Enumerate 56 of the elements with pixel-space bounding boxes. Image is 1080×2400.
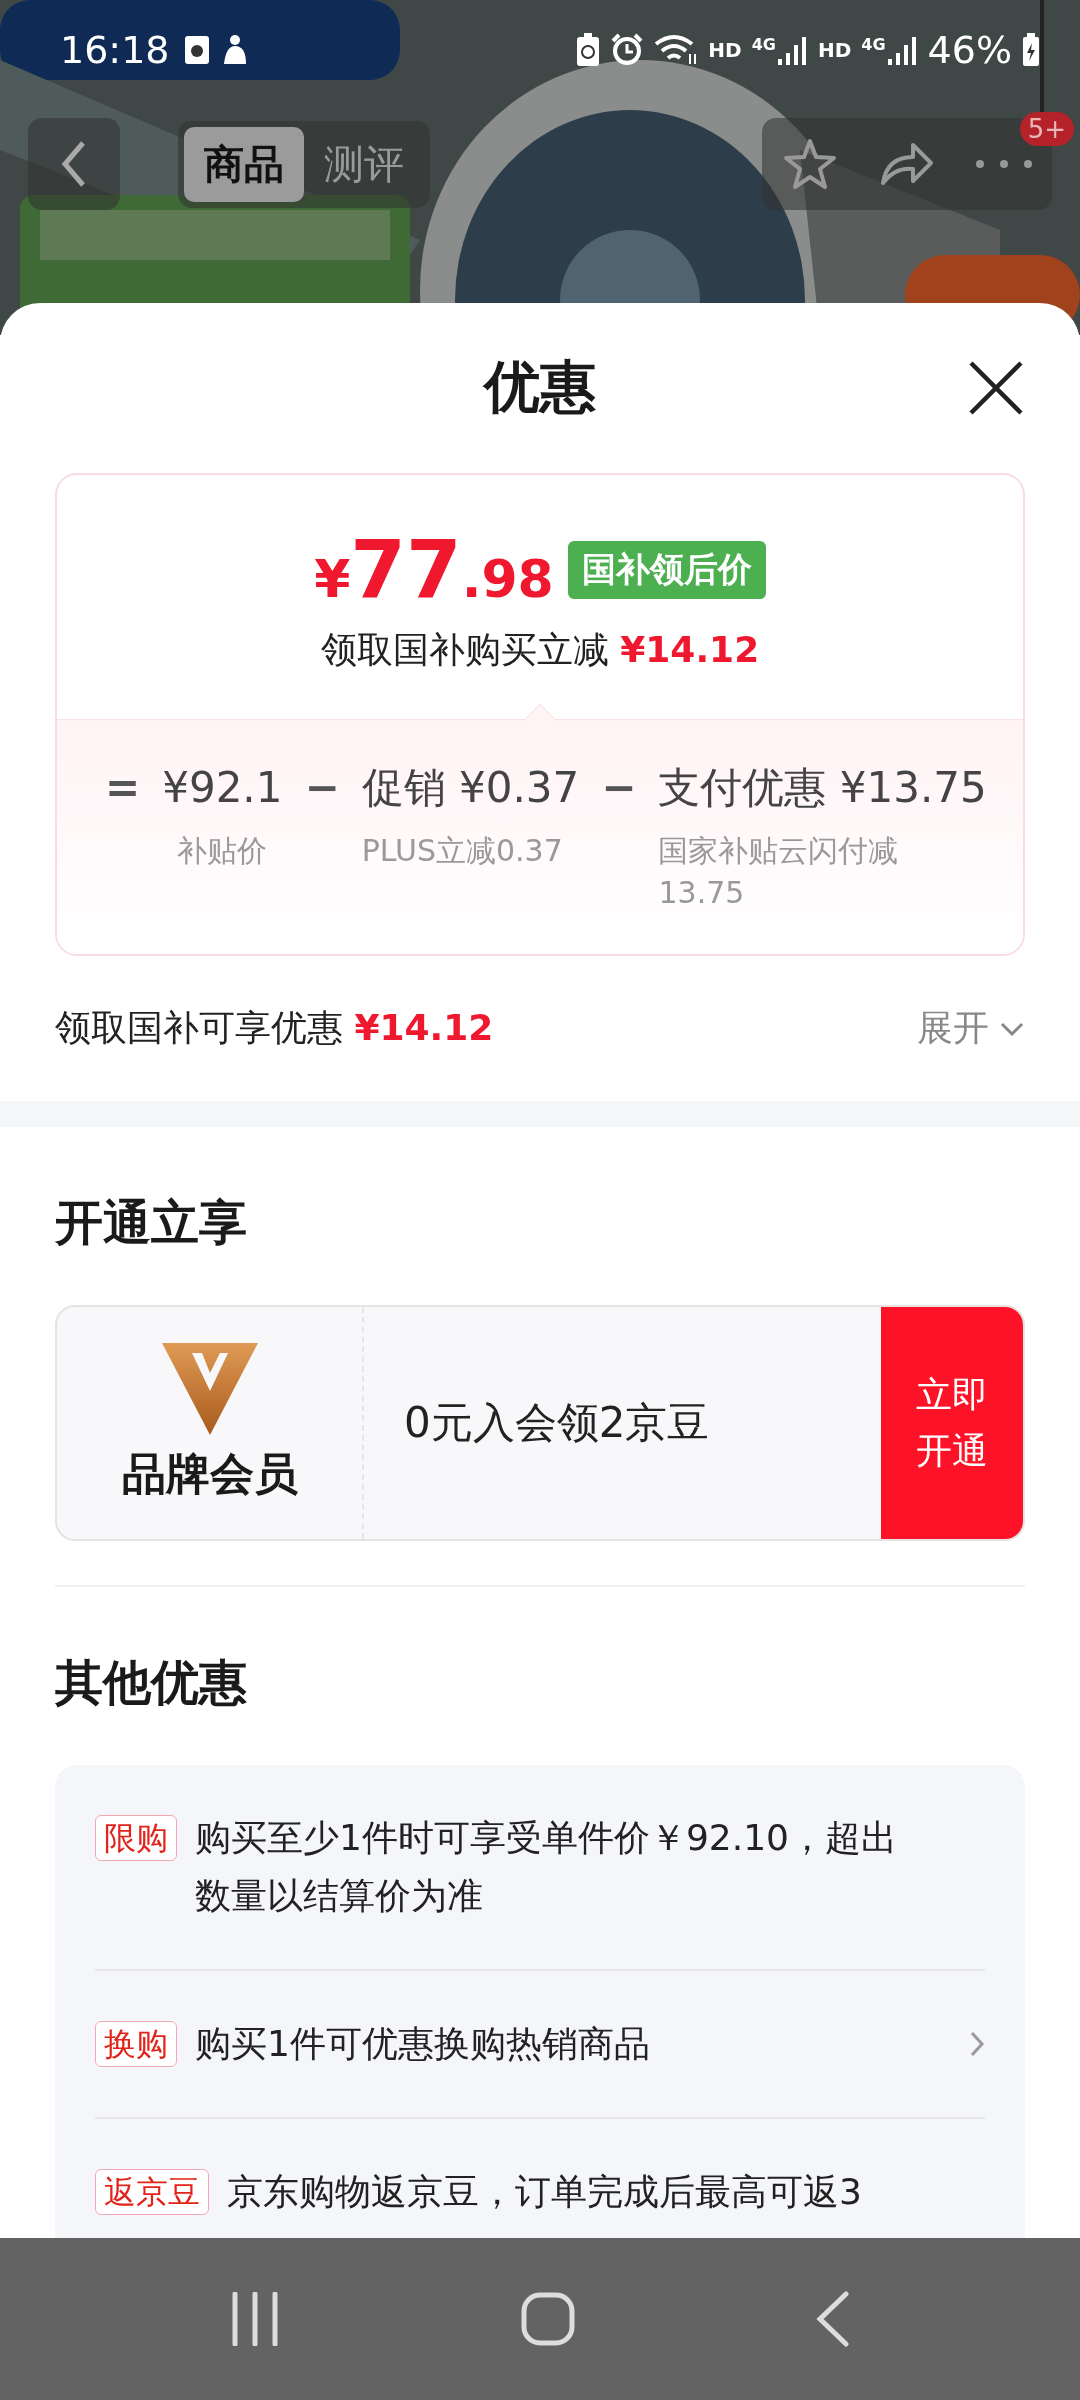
join-button[interactable]: 立即开通: [881, 1307, 1023, 1539]
hd-label: HD: [708, 38, 742, 62]
operator-sign: −: [601, 762, 637, 814]
price-note: 补贴价: [176, 832, 269, 870]
network-label: 4G: [751, 35, 776, 54]
signal-icon: [887, 35, 918, 65]
recent-apps-icon: [230, 2292, 281, 2346]
summary-text: 领取国补可享优惠 ¥14.12: [55, 1006, 494, 1050]
battery-level: 46%: [927, 28, 1012, 72]
membership-offer: 0元入会领2京豆: [403, 1397, 711, 1449]
offer-text: 购买1件可优惠换购热销商品: [195, 2022, 651, 2066]
network-label: 4G: [861, 35, 886, 54]
clock: 16:18: [60, 28, 170, 72]
price-component: 促销 ¥0.37: [361, 762, 580, 814]
sheet-title: 优惠: [484, 353, 596, 421]
operator-sign: −: [304, 762, 340, 814]
price-tag: 国补领后价: [567, 540, 766, 599]
signal-icon: [777, 35, 808, 65]
offer-text: 京东购物返京豆，订单完成后最高可返3: [227, 2170, 863, 2214]
more-icon: [973, 159, 1034, 169]
battery-saver-icon: [576, 33, 601, 67]
hd-label: HD: [817, 38, 852, 62]
tab[interactable]: 商品: [184, 126, 304, 202]
wifi-icon: [654, 34, 699, 66]
section-title: 开通立享: [55, 1193, 248, 1252]
home-button[interactable]: [521, 2292, 575, 2346]
share-icon: [879, 141, 935, 187]
gallery-icon: [183, 35, 210, 65]
home-icon: [521, 2292, 575, 2346]
back-button[interactable]: [28, 118, 120, 210]
price-note: 国家补贴云闪付减13.75: [658, 832, 900, 912]
close-button[interactable]: [967, 359, 1025, 417]
close-icon: [967, 359, 1025, 417]
star-icon: [783, 138, 838, 190]
back-icon: [815, 2291, 850, 2347]
offer-text: 购买至少1件时可享受单件价￥92.10，超出数量以结算价为准: [195, 1816, 898, 1918]
battery-icon: [1022, 33, 1040, 67]
offer-tag: 返京豆: [95, 2169, 209, 2215]
recent-apps-button[interactable]: [230, 2292, 281, 2346]
offer-tag: 限购: [95, 1815, 177, 1861]
price-note: PLUS立减0.37: [361, 832, 564, 870]
alarm-icon: [610, 33, 645, 67]
section-title: 其他优惠: [55, 1653, 248, 1712]
v-logo-icon: [161, 1342, 258, 1435]
expand-button[interactable]: 展开: [917, 1004, 1025, 1053]
chevron-right-icon[interactable]: [969, 2030, 985, 2058]
price-component: 支付优惠 ¥13.75: [658, 762, 987, 814]
chevron-down-icon: [999, 1020, 1025, 1037]
membership-name: 品牌会员: [121, 1446, 298, 1501]
price-component: ¥92.1: [162, 762, 283, 814]
back-nav-button[interactable]: [815, 2291, 850, 2347]
tab[interactable]: 测评: [304, 126, 424, 202]
offer-tag: 换购: [95, 2021, 177, 2067]
operator-sign: =: [105, 762, 141, 814]
final-price: ¥77.98: [314, 523, 554, 616]
discount-text: 领取国补购买立减 ¥14.12: [320, 628, 760, 672]
